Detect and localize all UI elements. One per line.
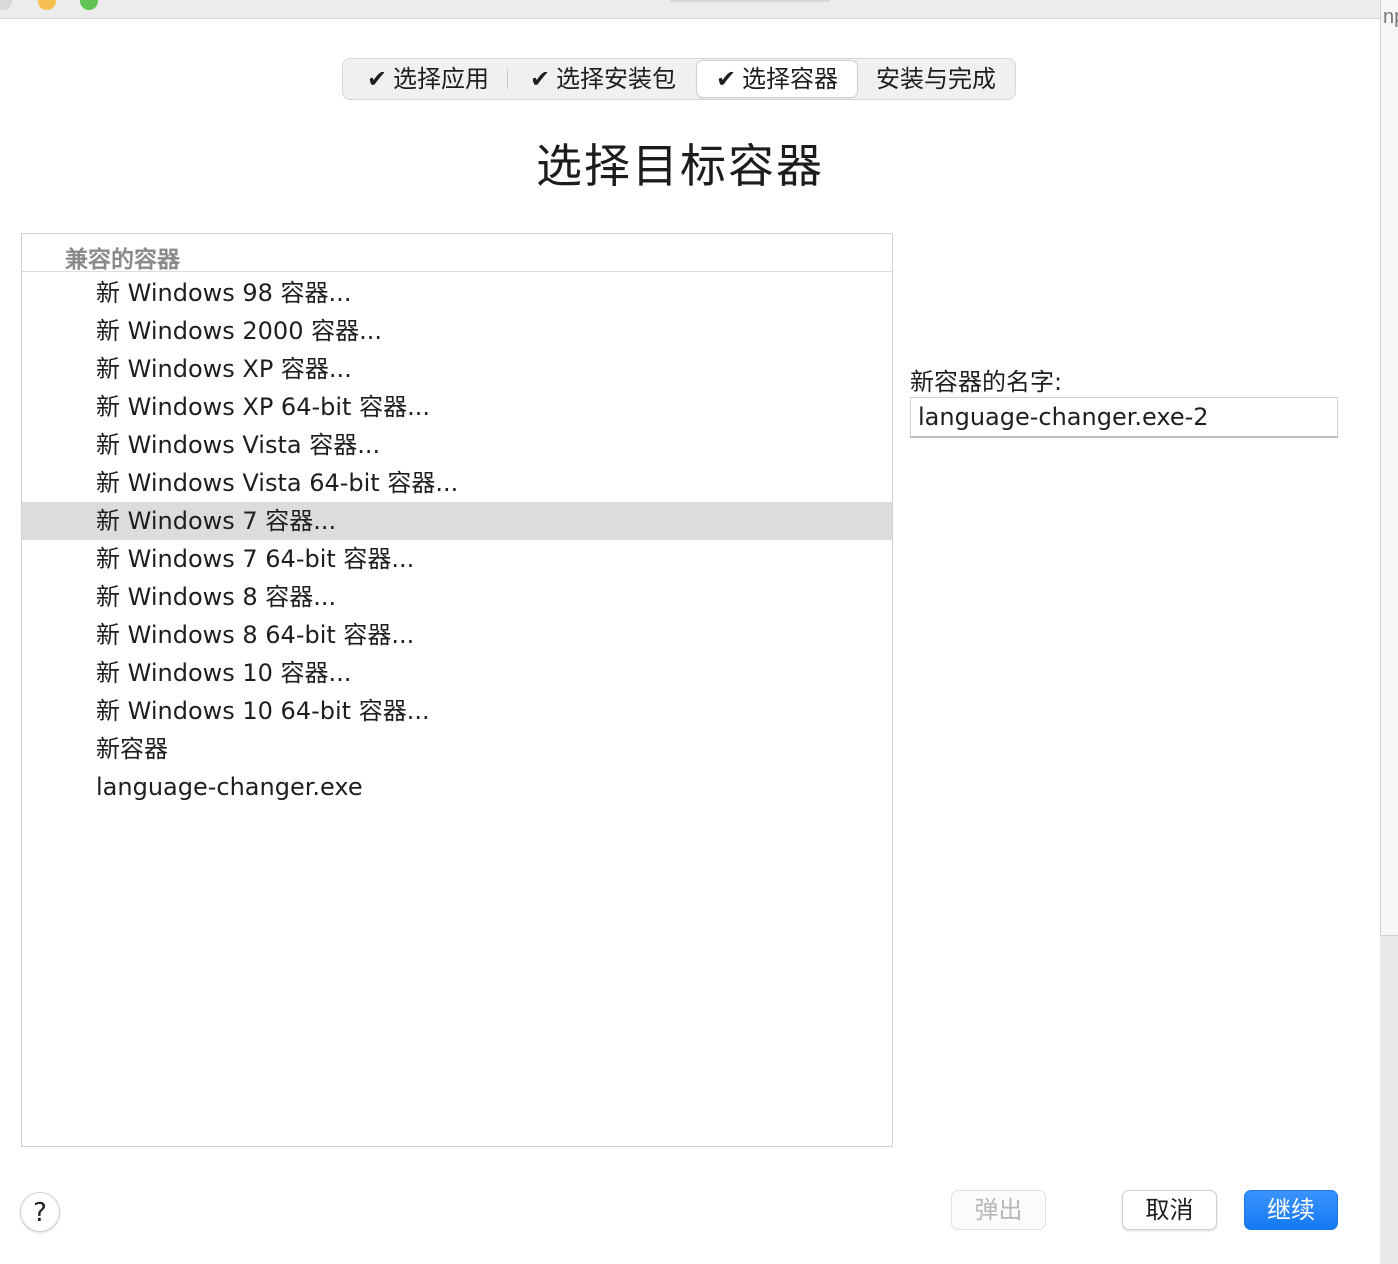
window-title [670,0,830,2]
checkmark-icon: ✔ [366,65,388,93]
container-list-item[interactable]: 新 Windows 98 容器... [22,274,892,312]
step-divider [507,69,508,89]
help-button[interactable]: ? [20,1192,60,1232]
step-label: 安装与完成 [876,65,996,93]
step-indicator: ✔ 选择应用 ✔ 选择安装包 ✔ 选择容器 安装与完成 [342,58,1016,100]
container-list[interactable]: 兼容的容器 新 Windows 98 容器... 新 Windows 2000 容… [21,233,893,1147]
new-container-name-input[interactable] [910,397,1338,438]
container-list-item[interactable]: 新 Windows 7 64-bit 容器... [22,540,892,578]
eject-button: 弹出 [951,1190,1046,1230]
zoom-window-button[interactable] [80,0,98,10]
container-list-item[interactable]: 新 Windows 10 容器... [22,654,892,692]
cancel-button[interactable]: 取消 [1122,1190,1217,1230]
step-select-container: ✔ 选择容器 [697,61,857,97]
container-list-item[interactable]: 新 Windows 8 容器... [22,578,892,616]
minimize-window-button[interactable] [38,0,56,10]
container-list-item[interactable]: 新 Windows Vista 64-bit 容器... [22,464,892,502]
step-select-package: ✔ 选择安装包 [513,61,693,97]
step-install-finish: 安装与完成 [861,61,1011,97]
container-list-item[interactable]: 新 Windows 7 容器... [22,502,892,540]
section-header-label: 兼容的容器 [65,247,180,273]
continue-button[interactable]: 继续 [1244,1190,1338,1230]
container-list-item[interactable]: 新 Windows 8 64-bit 容器... [22,616,892,654]
checkmark-icon: ✔ [529,65,551,93]
installer-window: ✔ 选择应用 ✔ 选择安装包 ✔ 选择容器 安装与完成 选择目标容器 兼容的容器 新 … [0,0,1380,1264]
container-list-item[interactable]: 新容器 [22,730,892,768]
background-window-text: np [1383,6,1398,28]
new-container-name-label: 新容器的名字: [910,368,1063,396]
list-section-header: 兼容的容器 [22,234,892,273]
step-label: 选择容器 [742,65,839,93]
step-select-app: ✔ 选择应用 [349,61,507,97]
step-label: 选择安装包 [556,65,677,93]
title-bar [0,0,1380,19]
background-window-panel [1380,0,1398,936]
container-list-item[interactable]: 新 Windows 2000 容器... [22,312,892,350]
step-label: 选择应用 [393,65,490,93]
close-window-button[interactable] [0,0,12,10]
container-list-rows: 新 Windows 98 容器... 新 Windows 2000 容器... 新 … [22,274,892,806]
container-list-item[interactable]: 新 Windows 10 64-bit 容器... [22,692,892,730]
container-list-item[interactable]: 新 Windows XP 64-bit 容器... [22,388,892,426]
container-list-item[interactable]: 新 Windows XP 容器... [22,350,892,388]
container-list-item[interactable]: language-changer.exe [22,768,892,806]
checkmark-icon: ✔ [715,65,737,93]
container-list-item[interactable]: 新 Windows Vista 容器... [22,426,892,464]
page-title: 选择目标容器 [536,139,824,193]
